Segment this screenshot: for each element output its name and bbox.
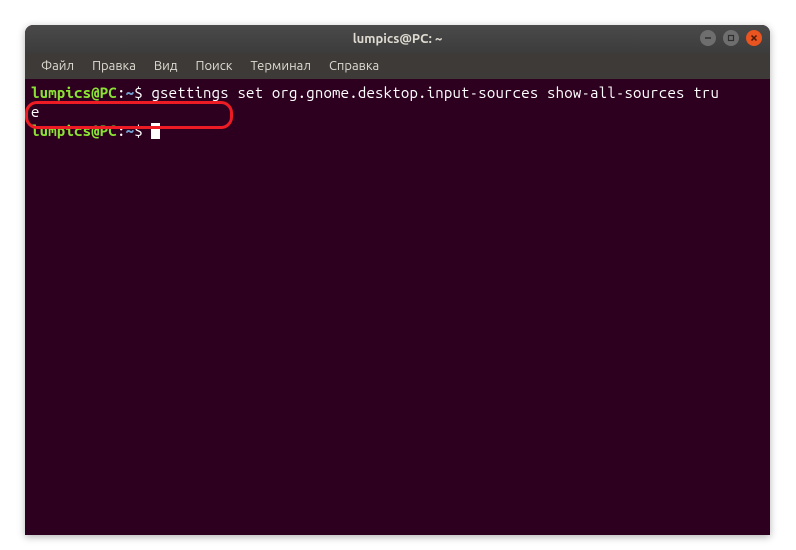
terminal-window: lumpics@PC: ~ Файл Правка Вид Поиск Терм… [25, 25, 770, 535]
prompt-colon: : [117, 122, 126, 139]
maximize-button[interactable] [723, 30, 739, 46]
window-controls [700, 30, 762, 46]
command-continuation: e [31, 103, 40, 120]
menu-view[interactable]: Вид [146, 56, 186, 76]
command-text: gsettings set org.gnome.desktop.input-so… [143, 84, 719, 101]
prompt-dollar: $ [134, 122, 143, 139]
terminal-line-2: e [31, 102, 764, 121]
prompt-user: lumpics@PC [31, 84, 117, 101]
prompt-path: ~ [126, 84, 135, 101]
prompt-colon: : [117, 84, 126, 101]
cursor-icon [151, 123, 160, 139]
menu-search[interactable]: Поиск [187, 56, 240, 76]
terminal-line-1: lumpics@PC:~$ gsettings set org.gnome.de… [31, 83, 764, 102]
prompt-path: ~ [126, 122, 135, 139]
menu-file[interactable]: Файл [33, 56, 82, 76]
terminal-body[interactable]: lumpics@PC:~$ gsettings set org.gnome.de… [25, 79, 770, 535]
menubar: Файл Правка Вид Поиск Терминал Справка [25, 53, 770, 79]
titlebar[interactable]: lumpics@PC: ~ [25, 25, 770, 53]
menu-edit[interactable]: Правка [84, 56, 144, 76]
minimize-button[interactable] [700, 30, 716, 46]
prompt-dollar: $ [134, 84, 143, 101]
prompt-user: lumpics@PC [31, 122, 117, 139]
window-title: lumpics@PC: ~ [353, 32, 443, 46]
menu-help[interactable]: Справка [321, 56, 387, 76]
menu-terminal[interactable]: Терминал [242, 56, 318, 76]
terminal-line-3: lumpics@PC:~$ [31, 121, 764, 140]
close-button[interactable] [746, 30, 762, 46]
prompt-space [143, 122, 152, 139]
